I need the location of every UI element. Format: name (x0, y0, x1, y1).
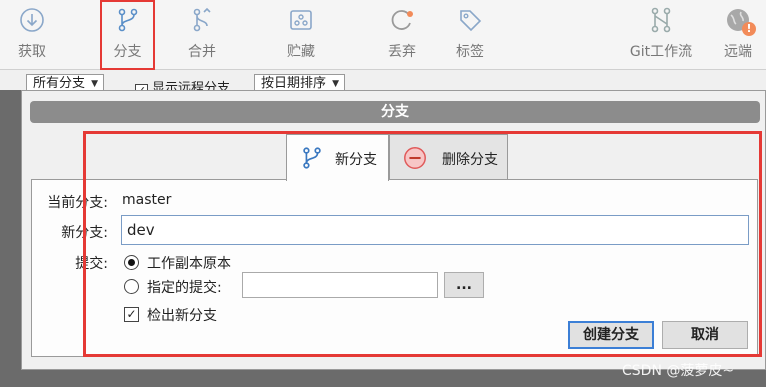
current-branch-label: 当前分支: (47, 195, 108, 211)
tab-delete-branch[interactable]: 删除分支 (389, 134, 508, 180)
minus-circle-icon (404, 147, 426, 169)
dialog-title: 分支 (30, 101, 760, 123)
toolbar: 获取 分支 合并 贮藏 丢弃 标签 Git工作流 ! 远端 (0, 0, 766, 70)
checkout-label: 检出新分支 (147, 308, 217, 324)
remote-button[interactable]: ! 远端 (714, 0, 762, 70)
merge-icon (193, 7, 211, 32)
specified-commit-input[interactable] (242, 272, 438, 298)
branch-button[interactable]: 分支 (100, 0, 155, 70)
branch-dialog: 分支 新分支 删除分支 当前分支: master 新分支: dev 提交: 工作… (21, 90, 766, 370)
watermark: CSDN @菠萝皮~ (622, 363, 735, 379)
branch-icon (118, 8, 137, 32)
stash-button[interactable]: 贮藏 (277, 0, 325, 70)
new-branch-input[interactable]: dev (121, 215, 749, 245)
specified-commit-radio[interactable] (124, 279, 139, 294)
git-flow-icon (651, 7, 671, 33)
working-copy-radio[interactable] (124, 255, 139, 270)
browse-commit-button[interactable]: ... (444, 272, 484, 298)
fetch-icon (20, 8, 44, 32)
working-copy-label: 工作副本原本 (147, 256, 231, 272)
checkout-checkbox[interactable]: ✓ (124, 307, 139, 322)
cancel-button[interactable]: 取消 (662, 321, 748, 349)
filter-bar: 所有分支▼ ✓显示远程分支 按日期排序▼ (0, 70, 766, 97)
create-branch-button[interactable]: 创建分支 (568, 321, 654, 349)
tag-button[interactable]: 标签 (446, 0, 494, 70)
warning-badge: ! (742, 22, 756, 36)
commit-label: 提交: (75, 256, 108, 272)
new-branch-panel: 当前分支: master 新分支: dev 提交: 工作副本原本 指定的提交: … (31, 179, 758, 357)
tag-icon (460, 10, 482, 32)
discard-icon (391, 10, 413, 30)
merge-button[interactable]: 合并 (178, 0, 226, 70)
new-branch-label: 新分支: (61, 225, 108, 241)
stash-icon (290, 10, 312, 30)
fetch-button[interactable]: 获取 (8, 0, 56, 70)
current-branch-value: master (122, 192, 172, 208)
specified-commit-label: 指定的提交: (147, 280, 222, 296)
branch-icon (303, 147, 321, 169)
git-flow-button[interactable]: Git工作流 (626, 0, 696, 70)
tab-new-branch[interactable]: 新分支 (286, 134, 389, 181)
discard-button[interactable]: 丢弃 (378, 0, 426, 70)
